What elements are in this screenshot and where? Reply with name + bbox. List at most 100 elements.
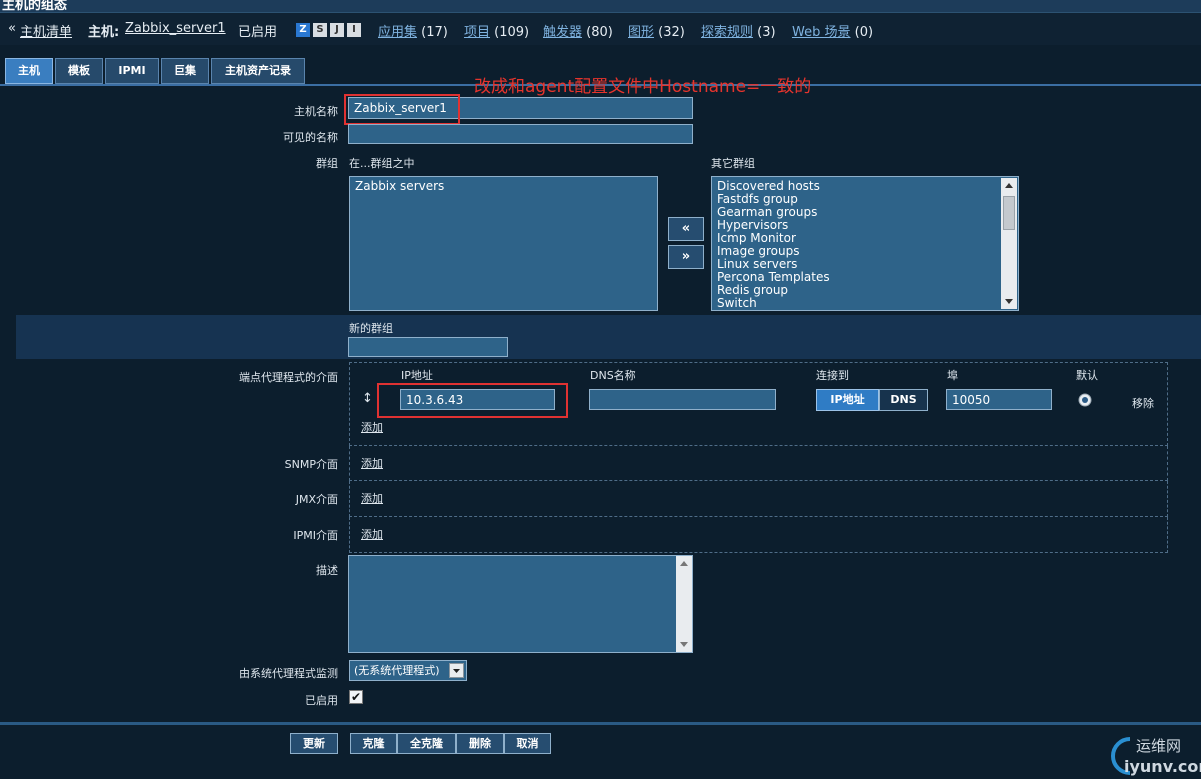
applications-count: (17) (421, 25, 448, 40)
in-groups-label: 在...群组之中 (349, 157, 415, 170)
web-scenarios-link[interactable]: Web 场景 (792, 25, 850, 40)
enabled-checkbox[interactable]: ✔ (349, 690, 363, 704)
snmp-status-icon: S (313, 23, 327, 37)
dns-name-input[interactable] (589, 389, 776, 410)
list-item[interactable]: Zabbix servers (355, 180, 652, 193)
jmx-status-icon: J (330, 23, 344, 37)
annotation-note: 改成和agent配置文件中Hostname=一致的 (474, 77, 812, 97)
description-textarea[interactable] (348, 555, 693, 653)
visible-name-input[interactable] (348, 124, 693, 144)
items-count: (109) (494, 25, 530, 40)
move-to-groups-button[interactable]: « (668, 217, 704, 241)
tab-host-inventory[interactable]: 主机资产记录 (211, 58, 305, 84)
ip-highlight-box (377, 383, 568, 418)
ipmi-status-icon: I (347, 23, 361, 37)
host-name-label: 主机名称 (294, 105, 338, 118)
clone-button[interactable]: 克隆 (350, 733, 397, 754)
site-watermark: 运维网 iyunv.com (1100, 733, 1201, 779)
new-group-section (16, 315, 1201, 359)
proxy-select[interactable]: (无系统代理程式) (349, 660, 467, 681)
new-group-input[interactable] (348, 337, 508, 357)
host-status-enabled[interactable]: 已启用 (238, 21, 277, 40)
agent-interfaces-label: 端点代理程式的介面 (239, 371, 338, 384)
ip-column-header: IP地址 (401, 369, 433, 382)
in-groups-list[interactable]: Zabbix servers (349, 176, 658, 311)
web-scenarios-count: (0) (854, 25, 874, 40)
visible-name-label: 可见的名称 (283, 131, 338, 144)
graphs-nav[interactable]: 图形 (32) (628, 21, 685, 40)
items-nav[interactable]: 项目 (109) (464, 21, 529, 40)
other-groups-label: 其它群组 (711, 157, 755, 170)
host-prefix-label: 主机: (88, 25, 120, 40)
list-item[interactable]: Switch (717, 297, 996, 310)
scroll-up-icon[interactable] (1001, 180, 1017, 190)
delete-button[interactable]: 删除 (456, 733, 504, 754)
discovery-rules-link[interactable]: 探索规则 (701, 25, 753, 40)
monitored-by-proxy-label: 由系统代理程式监测 (239, 667, 338, 680)
host-name-highlight-box (344, 94, 460, 125)
full-clone-button[interactable]: 全克隆 (397, 733, 456, 754)
graphs-link[interactable]: 图形 (628, 25, 654, 40)
remove-interface-link[interactable]: 移除 (1132, 395, 1154, 411)
description-scrollbar[interactable] (676, 556, 692, 652)
drag-handle-icon[interactable]: ↕ (362, 391, 373, 406)
tab-ipmi[interactable]: IPMI (105, 58, 159, 84)
add-snmp-interface-link[interactable]: 添加 (361, 455, 383, 471)
description-label: 描述 (316, 564, 338, 577)
other-groups-list[interactable]: Discovered hosts Fastdfs group Gearman g… (711, 176, 1019, 311)
ipmi-interfaces-label: IPMI介面 (293, 529, 338, 542)
add-jmx-interface-link[interactable]: 添加 (361, 490, 383, 506)
add-ipmi-interface-link[interactable]: 添加 (361, 526, 383, 542)
connect-ip-button[interactable]: IP地址 (816, 389, 879, 411)
update-button[interactable]: 更新 (290, 733, 338, 754)
ipmi-interfaces-box (349, 517, 1168, 553)
snmp-interfaces-box (349, 446, 1168, 481)
jmx-interfaces-box (349, 481, 1168, 517)
add-agent-interface-link[interactable]: 添加 (361, 419, 383, 435)
proxy-selected-value: (无系统代理程式) (354, 664, 440, 677)
back-arrow-icon: « (8, 21, 16, 36)
triggers-nav[interactable]: 触发器 (80) (543, 21, 613, 40)
snmp-interfaces-label: SNMP介面 (284, 458, 338, 471)
watermark-url: iyunv.com (1124, 757, 1201, 776)
host-name-link[interactable]: Zabbix_server1 (125, 21, 226, 36)
applications-link[interactable]: 应用集 (378, 25, 417, 40)
tab-macros[interactable]: 巨集 (161, 58, 209, 84)
enabled-label: 已启用 (305, 694, 338, 707)
dropdown-arrow-icon[interactable] (449, 663, 464, 678)
tab-templates[interactable]: 模板 (55, 58, 103, 84)
web-scenarios-nav[interactable]: Web 场景 (0) (792, 21, 873, 40)
scroll-up-icon[interactable] (676, 558, 692, 568)
triggers-link[interactable]: 触发器 (543, 25, 582, 40)
window-title-bar: 主机的组态 (0, 0, 1201, 13)
default-column-header: 默认 (1076, 369, 1098, 382)
form-footer-divider (0, 722, 1201, 725)
host-navigation-bar: « 主机清单 主机: Zabbix_server1 已启用 Z S J I 应用… (0, 13, 1201, 45)
port-input[interactable]: 10050 (946, 389, 1052, 410)
discovery-rules-count: (3) (757, 25, 776, 40)
move-from-groups-button[interactable]: » (668, 245, 704, 269)
zabbix-agent-status-icon: Z (296, 23, 310, 37)
connect-dns-button[interactable]: DNS (879, 389, 928, 411)
graphs-count: (32) (658, 25, 685, 40)
port-column-header: 埠 (947, 369, 958, 382)
applications-nav[interactable]: 应用集 (17) (378, 21, 448, 40)
cancel-button[interactable]: 取消 (504, 733, 551, 754)
scroll-down-icon[interactable] (1001, 297, 1017, 307)
tab-host[interactable]: 主机 (5, 58, 53, 84)
page-title: 主机的组态 (2, 0, 68, 13)
items-link[interactable]: 项目 (464, 25, 490, 40)
other-groups-scrollbar[interactable] (1001, 178, 1017, 309)
host-list-link[interactable]: 主机清单 (20, 21, 72, 40)
scroll-thumb[interactable] (1003, 196, 1015, 230)
scroll-down-icon[interactable] (676, 640, 692, 650)
watermark-text: 运维网 (1136, 737, 1182, 755)
jmx-interfaces-label: JMX介面 (295, 493, 338, 506)
discovery-rules-nav[interactable]: 探索规则 (3) (701, 21, 776, 40)
groups-label: 群组 (316, 157, 338, 170)
default-radio-icon[interactable] (1078, 393, 1092, 407)
triggers-count: (80) (586, 25, 613, 40)
list-item[interactable]: Redis group (717, 284, 996, 297)
dns-column-header: DNS名称 (590, 369, 636, 382)
new-group-label: 新的群组 (349, 322, 393, 335)
